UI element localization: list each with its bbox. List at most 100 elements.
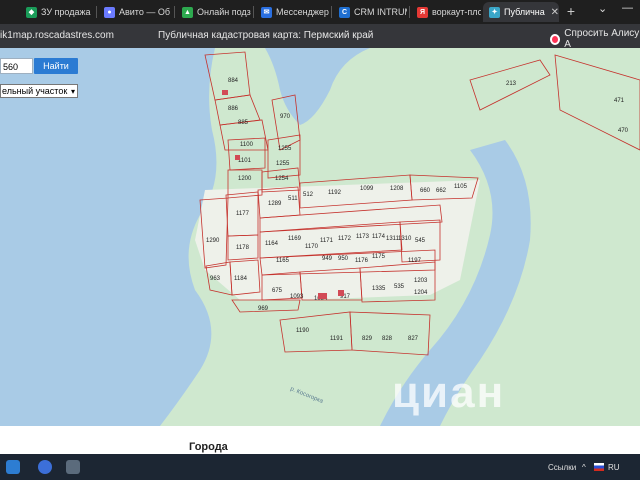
page-title: Публичная кадастровая карта: Пермский кр…	[158, 30, 374, 41]
parcel-label: 827	[408, 336, 419, 342]
parcel-label: 950	[338, 256, 349, 262]
parcel-label: 1165	[276, 258, 290, 264]
map-canvas[interactable]: 884 886 885 970 1100 1101 1255 1200 1254…	[0, 48, 640, 426]
parcel-label: 1164	[265, 241, 279, 247]
parcel-label: 1170	[305, 244, 319, 250]
parcel-label: 829	[362, 336, 373, 342]
tab-separator	[253, 6, 254, 18]
parcel-label: 1171	[320, 238, 334, 244]
cian-icon: ◆	[26, 6, 37, 18]
parcel-label: 471	[614, 98, 625, 104]
parcel-label: 1101	[238, 158, 252, 164]
parcel-label: 535	[394, 284, 405, 290]
parcel-label: 828	[382, 336, 393, 342]
parcel-label: 470	[618, 128, 629, 134]
taskbar: Ссылки ^ RU	[0, 454, 640, 480]
parcel-label: 886	[228, 106, 239, 112]
river-label: р. Косогорка	[289, 386, 324, 405]
parcel-label: 1197	[408, 258, 422, 264]
parcel-label: 1191	[330, 336, 344, 342]
url-field[interactable]: ik1map.roscadastres.com	[0, 30, 114, 41]
parcel-label: 511	[288, 196, 298, 202]
parcel-label: 1254	[275, 176, 289, 182]
messenger-icon: ✉	[261, 6, 272, 18]
cadastral-map[interactable]: 884 886 885 970 1100 1101 1255 1200 1254…	[0, 48, 640, 426]
parcel-label: 675	[272, 288, 283, 294]
parcel-label: 1255	[278, 146, 292, 152]
language-indicator[interactable]: RU	[608, 463, 620, 472]
map-icon: ✦	[489, 6, 500, 18]
tab-separator	[174, 6, 175, 18]
parcel-label: 1184	[234, 276, 248, 282]
tab-separator	[96, 6, 97, 18]
cities-heading: Города	[189, 441, 228, 453]
parcel-label: 969	[258, 306, 269, 312]
parcel-label: 1172	[338, 236, 352, 242]
tray-arrow-icon[interactable]: ^	[582, 463, 586, 472]
close-icon[interactable]: ✕	[551, 7, 559, 18]
select-value: ельный участок	[2, 86, 68, 96]
crm-icon: C	[339, 6, 350, 18]
tab-cadastral-map[interactable]: ✦ Публична ✕	[483, 2, 559, 22]
parcel-label: 1173	[356, 234, 370, 240]
browser-tab-strip: ◆ ЗУ продажа ● Авито — Об ▲ Онлайн подз …	[0, 0, 640, 24]
find-button[interactable]: Найти	[34, 58, 78, 74]
tab-search-icon[interactable]: ⌄	[598, 2, 607, 15]
alice-button[interactable]: Спросить Алису А	[550, 28, 640, 50]
parcel-label: 1176	[355, 258, 369, 264]
parcel-label: 1169	[288, 236, 302, 242]
page-content	[0, 426, 640, 454]
tab-online[interactable]: ▲ Онлайн подз	[176, 2, 252, 22]
parcel-label: 213	[506, 81, 517, 87]
parcel-label: 1290	[206, 238, 220, 244]
parcel-label: 512	[303, 192, 314, 198]
browser-taskbar-icon[interactable]	[38, 460, 52, 474]
parcel-label: 885	[238, 120, 249, 126]
start-icon[interactable]	[6, 460, 20, 474]
parcel-label: 1204	[414, 290, 428, 296]
cian-watermark: циан	[392, 368, 506, 417]
calculator-icon[interactable]	[66, 460, 80, 474]
parcel-label: 545	[415, 238, 426, 244]
tab-cian[interactable]: ◆ ЗУ продажа	[20, 2, 94, 22]
links-label[interactable]: Ссылки	[548, 463, 576, 472]
flag-icon	[594, 463, 604, 471]
parcel-label: 1099	[360, 186, 374, 192]
avito-icon: ●	[104, 6, 115, 18]
parcel-label: 963	[210, 276, 221, 282]
parcel-label: 1289	[268, 201, 282, 207]
yandex-icon: Я	[417, 6, 428, 18]
tab-workout[interactable]: Я воркаут-плоц	[411, 2, 481, 22]
object-type-select[interactable]: ельный участок ▾	[0, 84, 78, 98]
parcel-label: 1175	[372, 254, 386, 260]
parcel-label: 1192	[328, 190, 342, 196]
address-bar: ik1map.roscadastres.com Публичная кадаст…	[0, 24, 640, 50]
alice-icon	[550, 33, 561, 45]
parcel-label: 1177	[236, 211, 250, 217]
search-input[interactable]: 560	[0, 58, 33, 74]
alice-label: Спросить Алису А	[564, 28, 640, 50]
parcel-label: 1310	[398, 236, 412, 242]
parcel-label: 1203	[414, 278, 428, 284]
parcel-label: 1100	[240, 142, 254, 148]
parcel-label: 1208	[390, 186, 404, 192]
chevron-down-icon: ▾	[70, 87, 75, 96]
parcel-label: 1200	[238, 176, 252, 182]
new-tab-button[interactable]: +	[563, 3, 579, 19]
tab-separator	[409, 6, 410, 18]
parcel-label: 660	[420, 188, 431, 194]
tab-avito[interactable]: ● Авито — Об	[98, 2, 172, 22]
drive-icon: ▲	[182, 6, 193, 18]
river-water	[0, 48, 217, 426]
parcel-label: 970	[280, 114, 291, 120]
parcel-label: 1105	[454, 184, 468, 190]
tab-messenger[interactable]: ✉ Мессенджер	[255, 2, 329, 22]
parcel-label: 1178	[236, 245, 250, 251]
parcel-label: 1190	[296, 328, 310, 334]
tab-crm[interactable]: C CRM INTRUM	[333, 2, 407, 22]
minimize-button[interactable]: —	[622, 2, 633, 14]
parcel-label: 662	[436, 188, 447, 194]
parcel-label: 884	[228, 78, 239, 84]
parcel-label: 949	[322, 256, 333, 262]
parcel-label: 1174	[372, 234, 386, 240]
